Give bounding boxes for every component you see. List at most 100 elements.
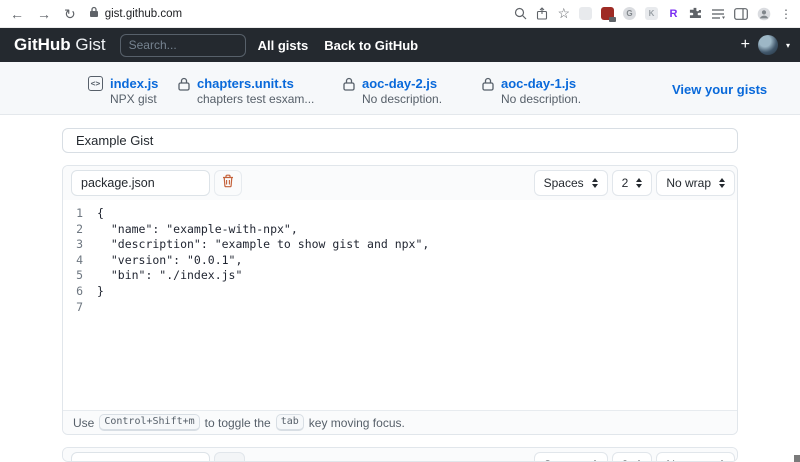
gist-tab-item[interactable]: aoc-day-2.js No description.: [343, 76, 442, 107]
url-text: gist.github.com: [105, 8, 182, 20]
logo-gist: Gist: [75, 35, 105, 54]
code-text: }: [97, 284, 104, 300]
side-panel-icon[interactable]: [734, 8, 748, 20]
extension-icon-5[interactable]: R: [667, 7, 680, 20]
line-number: 1: [63, 206, 97, 222]
extension-icon-3[interactable]: G: [623, 7, 636, 20]
bookmark-star-icon[interactable]: ☆: [557, 5, 570, 22]
browser-address-bar[interactable]: gist.github.com: [89, 5, 515, 23]
second-indent-mode-select[interactable]: Spaces: [534, 452, 608, 462]
line-number: 4: [63, 253, 97, 269]
extension-icon-4[interactable]: K: [645, 7, 658, 20]
site-lock-icon[interactable]: [89, 5, 99, 23]
trash-icon: [222, 174, 234, 193]
logo-github: GitHub: [14, 35, 71, 54]
nav-all-gists[interactable]: All gists: [258, 38, 309, 53]
browser-back-button[interactable]: ←: [10, 7, 24, 21]
line-number: 5: [63, 268, 97, 284]
line-number: 6: [63, 284, 97, 300]
wrap-mode-value: No wrap: [666, 458, 711, 462]
code-line: 5 "bin": "./index.js": [63, 268, 737, 284]
second-file-editor-header: Spaces 2 No wrap: [63, 448, 737, 462]
code-text: "bin": "./index.js": [97, 268, 242, 284]
hint-text: Use: [73, 416, 94, 430]
line-number: 2: [63, 222, 97, 238]
window-resize-grip: [794, 455, 800, 462]
avatar-caret-icon[interactable]: ▾: [786, 41, 790, 50]
delete-file-button[interactable]: [214, 170, 242, 196]
second-delete-file-button[interactable]: [214, 452, 245, 462]
code-square-icon: <>: [88, 76, 103, 91]
second-wrap-mode-select[interactable]: No wrap: [656, 452, 735, 462]
user-avatar[interactable]: [758, 35, 778, 55]
gist-tab-title: aoc-day-2.js: [362, 76, 442, 91]
browser-reload-button[interactable]: ↻: [64, 7, 76, 21]
indent-size-select[interactable]: 2: [612, 170, 653, 196]
second-indent-size-select[interactable]: 2: [612, 452, 653, 462]
code-text: "description": "example to show gist and…: [97, 237, 429, 253]
gist-description-input[interactable]: [62, 128, 738, 153]
new-gist-plus-button[interactable]: +: [741, 36, 750, 54]
gist-tab-item[interactable]: aoc-day-1.js No description.: [482, 76, 581, 107]
code-line: 6 }: [63, 284, 737, 300]
private-lock-icon: [178, 77, 190, 107]
gist-tab-item[interactable]: chapters.unit.ts chapters test esxam...: [178, 76, 314, 107]
indent-size-value: 2: [622, 458, 629, 462]
indent-mode-value: Spaces: [544, 458, 584, 462]
code-editor[interactable]: 1 { 2 "name": "example-with-npx", 3 "des…: [63, 200, 737, 410]
browser-chrome: ← → ↻ gist.github.com ☆ G K R: [0, 0, 800, 28]
second-filename-input[interactable]: [71, 452, 210, 462]
zoom-icon[interactable]: [514, 7, 527, 20]
browser-menu-icon[interactable]: ⋮: [780, 7, 792, 21]
line-number: 3: [63, 237, 97, 253]
gist-tab-description: No description.: [362, 91, 442, 107]
extension-icon-1[interactable]: [579, 7, 592, 20]
extensions-puzzle-icon[interactable]: [689, 7, 702, 20]
wrap-mode-value: No wrap: [666, 176, 711, 190]
code-line: 4 "version": "0.0.1",: [63, 253, 737, 269]
hint-text: key moving focus.: [309, 416, 405, 430]
select-updown-icon: [592, 178, 598, 188]
indent-mode-select[interactable]: Spaces: [534, 170, 608, 196]
gist-tab-description: NPX gist: [110, 91, 158, 107]
browser-profile-icon[interactable]: [757, 7, 771, 21]
gist-tab-title: index.js: [110, 76, 158, 91]
wrap-mode-select[interactable]: No wrap: [656, 170, 735, 196]
hint-text: to toggle the: [205, 416, 271, 430]
kbd-control-shift-m: Control+Shift+m: [99, 414, 199, 431]
second-file-editor-panel: Spaces 2 No wrap: [62, 447, 738, 462]
line-number: 7: [63, 300, 97, 316]
kbd-tab: tab: [276, 414, 304, 431]
indent-size-value: 2: [622, 176, 629, 190]
code-text: {: [97, 206, 104, 222]
code-text: "name": "example-with-npx",: [97, 222, 298, 238]
private-lock-icon: [482, 77, 494, 107]
gist-tab-description: chapters test esxam...: [197, 91, 314, 107]
file-editor-panel: Spaces 2 No wrap 1 { 2 "name": "example-…: [62, 165, 738, 435]
indent-mode-value: Spaces: [544, 176, 584, 190]
tab-list-icon[interactable]: [711, 8, 725, 20]
editor-accessibility-hint: Use Control+Shift+m to toggle the tab ke…: [63, 410, 737, 434]
code-text: "version": "0.0.1",: [97, 253, 242, 269]
view-your-gists-link[interactable]: View your gists: [672, 82, 767, 97]
filename-input[interactable]: [71, 170, 210, 196]
extension-icon-2[interactable]: [601, 7, 614, 20]
file-editor-header: Spaces 2 No wrap: [63, 166, 737, 200]
recent-gists-bar: <> index.js NPX gist chapters.unit.ts ch…: [0, 62, 800, 115]
gist-tab-item[interactable]: <> index.js NPX gist: [88, 76, 158, 107]
private-lock-icon: [343, 77, 355, 107]
github-gist-logo[interactable]: GitHub Gist: [14, 35, 106, 55]
code-line: 7: [63, 300, 737, 316]
gist-tab-description: No description.: [501, 91, 581, 107]
share-icon[interactable]: [536, 7, 548, 20]
browser-forward-button[interactable]: →: [37, 7, 51, 21]
nav-back-to-github[interactable]: Back to GitHub: [324, 38, 418, 53]
gist-tab-title: chapters.unit.ts: [197, 76, 314, 91]
search-input[interactable]: [120, 34, 246, 57]
gist-tab-title: aoc-day-1.js: [501, 76, 581, 91]
gist-header: GitHub Gist All gists Back to GitHub + ▾: [0, 28, 800, 62]
code-line: 2 "name": "example-with-npx",: [63, 222, 737, 238]
code-line: 3 "description": "example to show gist a…: [63, 237, 737, 253]
select-updown-icon: [719, 178, 725, 188]
select-updown-icon: [636, 178, 642, 188]
